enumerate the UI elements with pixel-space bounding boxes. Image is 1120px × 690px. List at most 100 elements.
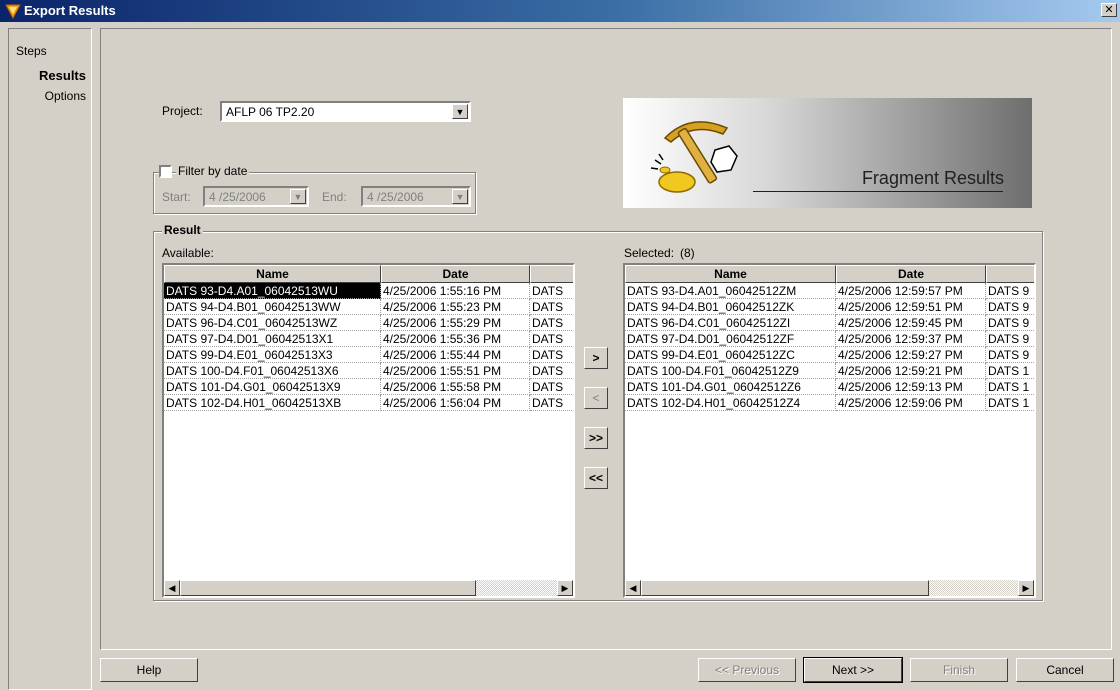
scroll-thumb[interactable] — [180, 580, 476, 596]
chevron-down-icon[interactable]: ▼ — [452, 189, 468, 204]
cell-extra: DATS 9 — [986, 299, 1034, 315]
cell-date: 4/25/2006 1:56:04 PM — [381, 395, 530, 411]
project-label: Project: — [162, 104, 203, 118]
title-bar: Export Results ✕ — [0, 0, 1120, 22]
cell-extra: DATS — [530, 363, 573, 379]
selected-hscrollbar[interactable]: ◀ ▶ — [625, 580, 1034, 596]
close-button[interactable]: ✕ — [1101, 3, 1117, 17]
scroll-right-icon[interactable]: ▶ — [1018, 580, 1034, 596]
table-row[interactable]: DATS 94-D4.B01_06042512ZK 4/25/2006 12:59… — [625, 299, 1034, 315]
column-header-extra[interactable] — [530, 265, 573, 283]
table-row[interactable]: DATS 97-D4.D01_06042513X1 4/25/2006 1:55:… — [164, 331, 573, 347]
scroll-right-icon[interactable]: ▶ — [557, 580, 573, 596]
cell-date: 4/25/2006 12:59:06 PM — [836, 395, 986, 411]
scroll-left-icon[interactable]: ◀ — [164, 580, 180, 596]
help-button[interactable]: Help — [100, 658, 198, 682]
next-button[interactable]: Next >> — [803, 657, 903, 683]
available-list[interactable]: Name Date DATS 93-D4.A01_06042513WU 4/25/… — [162, 263, 575, 598]
cell-date: 4/25/2006 12:59:45 PM — [836, 315, 986, 331]
step-options[interactable]: Options — [12, 86, 90, 106]
column-header-name[interactable]: Name — [625, 265, 836, 283]
cell-extra: DATS 1 — [986, 379, 1034, 395]
scroll-left-icon[interactable]: ◀ — [625, 580, 641, 596]
cell-name: DATS 101-D4.G01_06042513X9 — [164, 379, 381, 395]
table-row[interactable]: DATS 93-D4.A01_06042513WU 4/25/2006 1:55:… — [164, 283, 573, 299]
cell-date: 4/25/2006 12:59:51 PM — [836, 299, 986, 315]
cell-extra: DATS — [530, 315, 573, 331]
remove-button[interactable]: < — [584, 387, 608, 409]
table-row[interactable]: DATS 101-D4.G01_06042512Z6 4/25/2006 12:5… — [625, 379, 1034, 395]
table-row[interactable]: DATS 100-D4.F01_06042512Z9 4/25/2006 12:5… — [625, 363, 1034, 379]
table-row[interactable]: DATS 93-D4.A01_06042512ZM 4/25/2006 12:59… — [625, 283, 1034, 299]
table-row[interactable]: DATS 100-D4.F01_06042513X6 4/25/2006 1:55… — [164, 363, 573, 379]
finish-button[interactable]: Finish — [910, 658, 1008, 682]
cell-name: DATS 101-D4.G01_06042512Z6 — [625, 379, 836, 395]
available-hscrollbar[interactable]: ◀ ▶ — [164, 580, 573, 596]
cell-extra: DATS 9 — [986, 347, 1034, 363]
scroll-thumb[interactable] — [641, 580, 929, 596]
table-row[interactable]: DATS 96-D4.C01_06042513WZ 4/25/2006 1:55:… — [164, 315, 573, 331]
project-select[interactable]: AFLP 06 TP2.20 ▼ — [220, 101, 471, 122]
cell-name: DATS 97-D4.D01_06042513X1 — [164, 331, 381, 347]
column-header-extra[interactable] — [986, 265, 1034, 283]
cell-name: DATS 100-D4.F01_06042512Z9 — [625, 363, 836, 379]
banner-title: Fragment Results — [861, 168, 1004, 188]
table-row[interactable]: DATS 99-D4.E01_06042513X3 4/25/2006 1:55:… — [164, 347, 573, 363]
start-date-picker[interactable]: 4 /25/2006 ▼ — [203, 186, 309, 207]
table-row[interactable]: DATS 102-D4.H01_06042512Z4 4/25/2006 12:5… — [625, 395, 1034, 411]
cell-extra: DATS 9 — [986, 331, 1034, 347]
table-row[interactable]: DATS 101-D4.G01_06042513X9 4/25/2006 1:55… — [164, 379, 573, 395]
table-row[interactable]: DATS 102-D4.H01_06042513XB 4/25/2006 1:56… — [164, 395, 573, 411]
table-row[interactable]: DATS 94-D4.B01_06042513WW 4/25/2006 1:55:… — [164, 299, 573, 315]
cell-name: DATS 102-D4.H01_06042513XB — [164, 395, 381, 411]
banner-underline — [753, 191, 1003, 192]
cell-extra: DATS — [530, 331, 573, 347]
previous-button[interactable]: << Previous — [698, 658, 796, 682]
table-row[interactable]: DATS 99-D4.E01_06042512ZC 4/25/2006 12:59… — [625, 347, 1034, 363]
cell-extra: DATS 9 — [986, 315, 1034, 331]
cancel-button[interactable]: Cancel — [1016, 658, 1114, 682]
cell-extra: DATS 1 — [986, 363, 1034, 379]
start-label: Start: — [162, 190, 191, 204]
add-all-button[interactable]: >> — [584, 427, 608, 449]
column-header-date[interactable]: Date — [381, 265, 530, 283]
table-row[interactable]: DATS 96-D4.C01_06042512ZI 4/25/2006 12:59… — [625, 315, 1034, 331]
steps-legend: Steps — [14, 44, 49, 58]
column-header-name[interactable]: Name — [164, 265, 381, 283]
end-date-picker[interactable]: 4 /25/2006 ▼ — [361, 186, 471, 207]
step-results[interactable]: Results — [12, 66, 90, 86]
cell-name: DATS 102-D4.H01_06042512Z4 — [625, 395, 836, 411]
end-date-value: 4 /25/2006 — [367, 190, 424, 204]
end-label: End: — [322, 190, 347, 204]
cell-date: 4/25/2006 12:59:27 PM — [836, 347, 986, 363]
cell-extra: DATS — [530, 299, 573, 315]
add-button[interactable]: > — [584, 347, 608, 369]
selected-list[interactable]: Name Date DATS 93-D4.A01_06042512ZM 4/25/… — [623, 263, 1036, 598]
result-legend: Result — [162, 223, 203, 237]
chevron-down-icon[interactable]: ▼ — [452, 104, 468, 119]
cell-extra: DATS — [530, 379, 573, 395]
cell-date: 4/25/2006 1:55:23 PM — [381, 299, 530, 315]
cell-date: 4/25/2006 1:55:44 PM — [381, 347, 530, 363]
cell-date: 4/25/2006 1:55:29 PM — [381, 315, 530, 331]
cell-name: DATS 99-D4.E01_06042513X3 — [164, 347, 381, 363]
filter-by-date-checkbox[interactable] — [159, 165, 172, 178]
cell-name: DATS 99-D4.E01_06042512ZC — [625, 347, 836, 363]
cell-date: 4/25/2006 1:55:51 PM — [381, 363, 530, 379]
available-label: Available: — [162, 246, 214, 260]
table-row[interactable]: DATS 97-D4.D01_06042512ZF 4/25/2006 12:59… — [625, 331, 1034, 347]
remove-all-button[interactable]: << — [584, 467, 608, 489]
start-date-value: 4 /25/2006 — [209, 190, 266, 204]
cell-name: DATS 94-D4.B01_06042512ZK — [625, 299, 836, 315]
column-header-date[interactable]: Date — [836, 265, 986, 283]
cell-extra: DATS 1 — [986, 395, 1034, 411]
available-rows: DATS 93-D4.A01_06042513WU 4/25/2006 1:55:… — [164, 283, 573, 411]
selected-count: (8) — [680, 246, 695, 260]
chevron-down-icon[interactable]: ▼ — [290, 189, 306, 204]
cell-extra: DATS — [530, 347, 573, 363]
filter-by-date-label: Filter by date — [176, 164, 250, 178]
cell-date: 4/25/2006 12:59:13 PM — [836, 379, 986, 395]
cell-name: DATS 100-D4.F01_06042513X6 — [164, 363, 381, 379]
cell-name: DATS 93-D4.A01_06042512ZM — [625, 283, 836, 299]
pickaxe-gold-icon — [650, 121, 738, 193]
